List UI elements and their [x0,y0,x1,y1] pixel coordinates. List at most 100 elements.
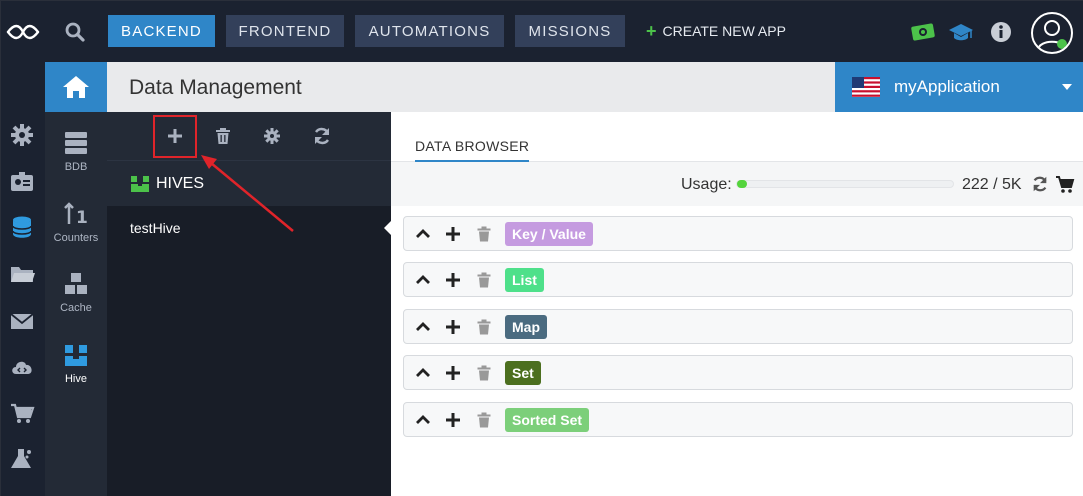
trash-icon [477,226,491,242]
sidebar-item-bdb[interactable]: BDB [45,129,107,173]
app-name: myApplication [894,77,1000,96]
delete-item-button[interactable] [474,317,494,337]
graduation-cap-icon[interactable] [948,19,974,45]
collapse-button[interactable] [413,317,433,337]
add-item-button[interactable] [443,410,463,430]
delete-item-button[interactable] [474,363,494,383]
usage-bar: Usage: 222 / 5K [391,162,1083,206]
annotation-arrow [201,155,294,232]
home-icon [63,76,89,98]
data-type-row[interactable]: Map [403,308,1073,344]
hive-settings-button[interactable] [260,124,284,148]
add-item-button[interactable] [443,317,463,337]
page-header: Data Management [107,62,835,112]
tab-automations[interactable]: AUTOMATIONS [355,15,504,47]
plus-icon [446,273,460,288]
content-tabs: DATA BROWSER [391,112,1083,163]
main-sidebar [1,62,45,496]
add-item-button[interactable] [443,224,463,244]
database-icon[interactable] [9,214,35,240]
add-item-button[interactable] [443,363,463,383]
user-avatar-icon[interactable] [1031,12,1073,54]
page-title: Data Management [129,76,302,99]
home-button[interactable] [45,62,107,112]
collapse-button[interactable] [413,410,433,430]
gear-icon [264,128,280,144]
data-type-badge: Key / Value [505,222,593,246]
delete-item-button[interactable] [474,410,494,430]
gear-icon[interactable] [9,122,35,148]
id-card-icon[interactable] [9,169,35,195]
data-type-row[interactable]: List [403,262,1073,298]
sidebar-item-label: Cache [60,302,92,314]
delete-item-button[interactable] [474,224,494,244]
refresh-hives-button[interactable] [310,124,334,148]
chevron-up-icon [416,414,430,424]
refresh-icon[interactable] [1031,175,1049,193]
hive-icon [65,345,87,366]
search-icon[interactable] [63,20,87,44]
chevron-up-icon [416,229,430,238]
plus-icon [446,412,460,427]
tab-backend[interactable]: BACKEND [108,15,215,47]
sidebar-item-counters[interactable]: 1 Counters [45,200,107,244]
plus-icon [446,227,460,241]
delete-hive-button[interactable] [211,124,235,148]
tab-data-browser[interactable]: DATA BROWSER [415,138,530,163]
sidebar-item-label: Counters [53,232,99,244]
usage-value: 222 / 5K [962,176,1022,193]
data-type-row[interactable]: Key / Value [403,216,1073,251]
plus-icon [446,366,460,381]
data-type-badge: Map [505,314,547,339]
app-selector[interactable]: myApplication [835,62,1083,112]
secondary-sidebar: BDB 1 Counters Cache Hive [45,62,107,496]
trash-icon [477,319,491,335]
sidebar-item-label: BDB [64,161,88,173]
data-type-row[interactable]: Set [403,355,1073,391]
add-item-button[interactable] [443,270,463,290]
delete-item-button[interactable] [474,270,494,290]
collapse-button[interactable] [413,270,433,290]
tab-missions[interactable]: MISSIONS [515,15,625,47]
collapse-button[interactable] [413,363,433,383]
cubes-icon [65,273,87,294]
hive-name: testHive [130,220,181,236]
selected-indicator [384,221,391,235]
chevron-up-icon [416,321,430,331]
cart-icon[interactable] [9,400,35,426]
create-new-app-button[interactable]: + CREATE NEW APP [646,15,786,47]
data-type-badge: List [505,268,544,293]
money-icon[interactable] [910,19,936,45]
chevron-up-icon [416,368,430,378]
sidebar-item-label: Hive [64,373,87,385]
refresh-icon [314,127,330,145]
trash-icon [216,128,230,144]
envelope-icon[interactable] [9,308,35,334]
data-type-badge: Sorted Set [505,407,590,432]
flask-icon[interactable] [9,446,35,472]
chevron-down-icon [1062,84,1072,90]
data-type-badge: Set [505,361,541,386]
us-flag-icon [852,77,880,97]
info-icon[interactable] [988,19,1014,45]
top-bar: BACKEND FRONTEND AUTOMATIONS MISSIONS + … [1,1,1083,62]
chevron-up-icon [416,275,430,285]
sidebar-item-hive[interactable]: Hive [45,341,107,385]
cart-icon[interactable] [1055,174,1075,194]
trash-icon [477,365,491,381]
data-type-row[interactable]: Sorted Set [403,401,1073,437]
logo-icon[interactable] [1,1,45,62]
trash-icon [477,412,491,428]
svg-text:1: 1 [76,208,88,228]
server-icon [65,132,87,154]
folder-icon[interactable] [9,261,35,287]
data-browser: DATA BROWSER Usage: 222 / 5K Key / Value… [391,112,1083,496]
cloud-code-icon[interactable] [9,354,35,380]
tab-frontend[interactable]: FRONTEND [226,15,344,47]
sidebar-item-cache[interactable]: Cache [45,270,107,314]
usage-progress-fill [737,180,747,188]
plus-icon: + [646,20,657,41]
usage-label: Usage: [681,176,732,193]
trash-icon [477,272,491,288]
collapse-button[interactable] [413,224,433,244]
